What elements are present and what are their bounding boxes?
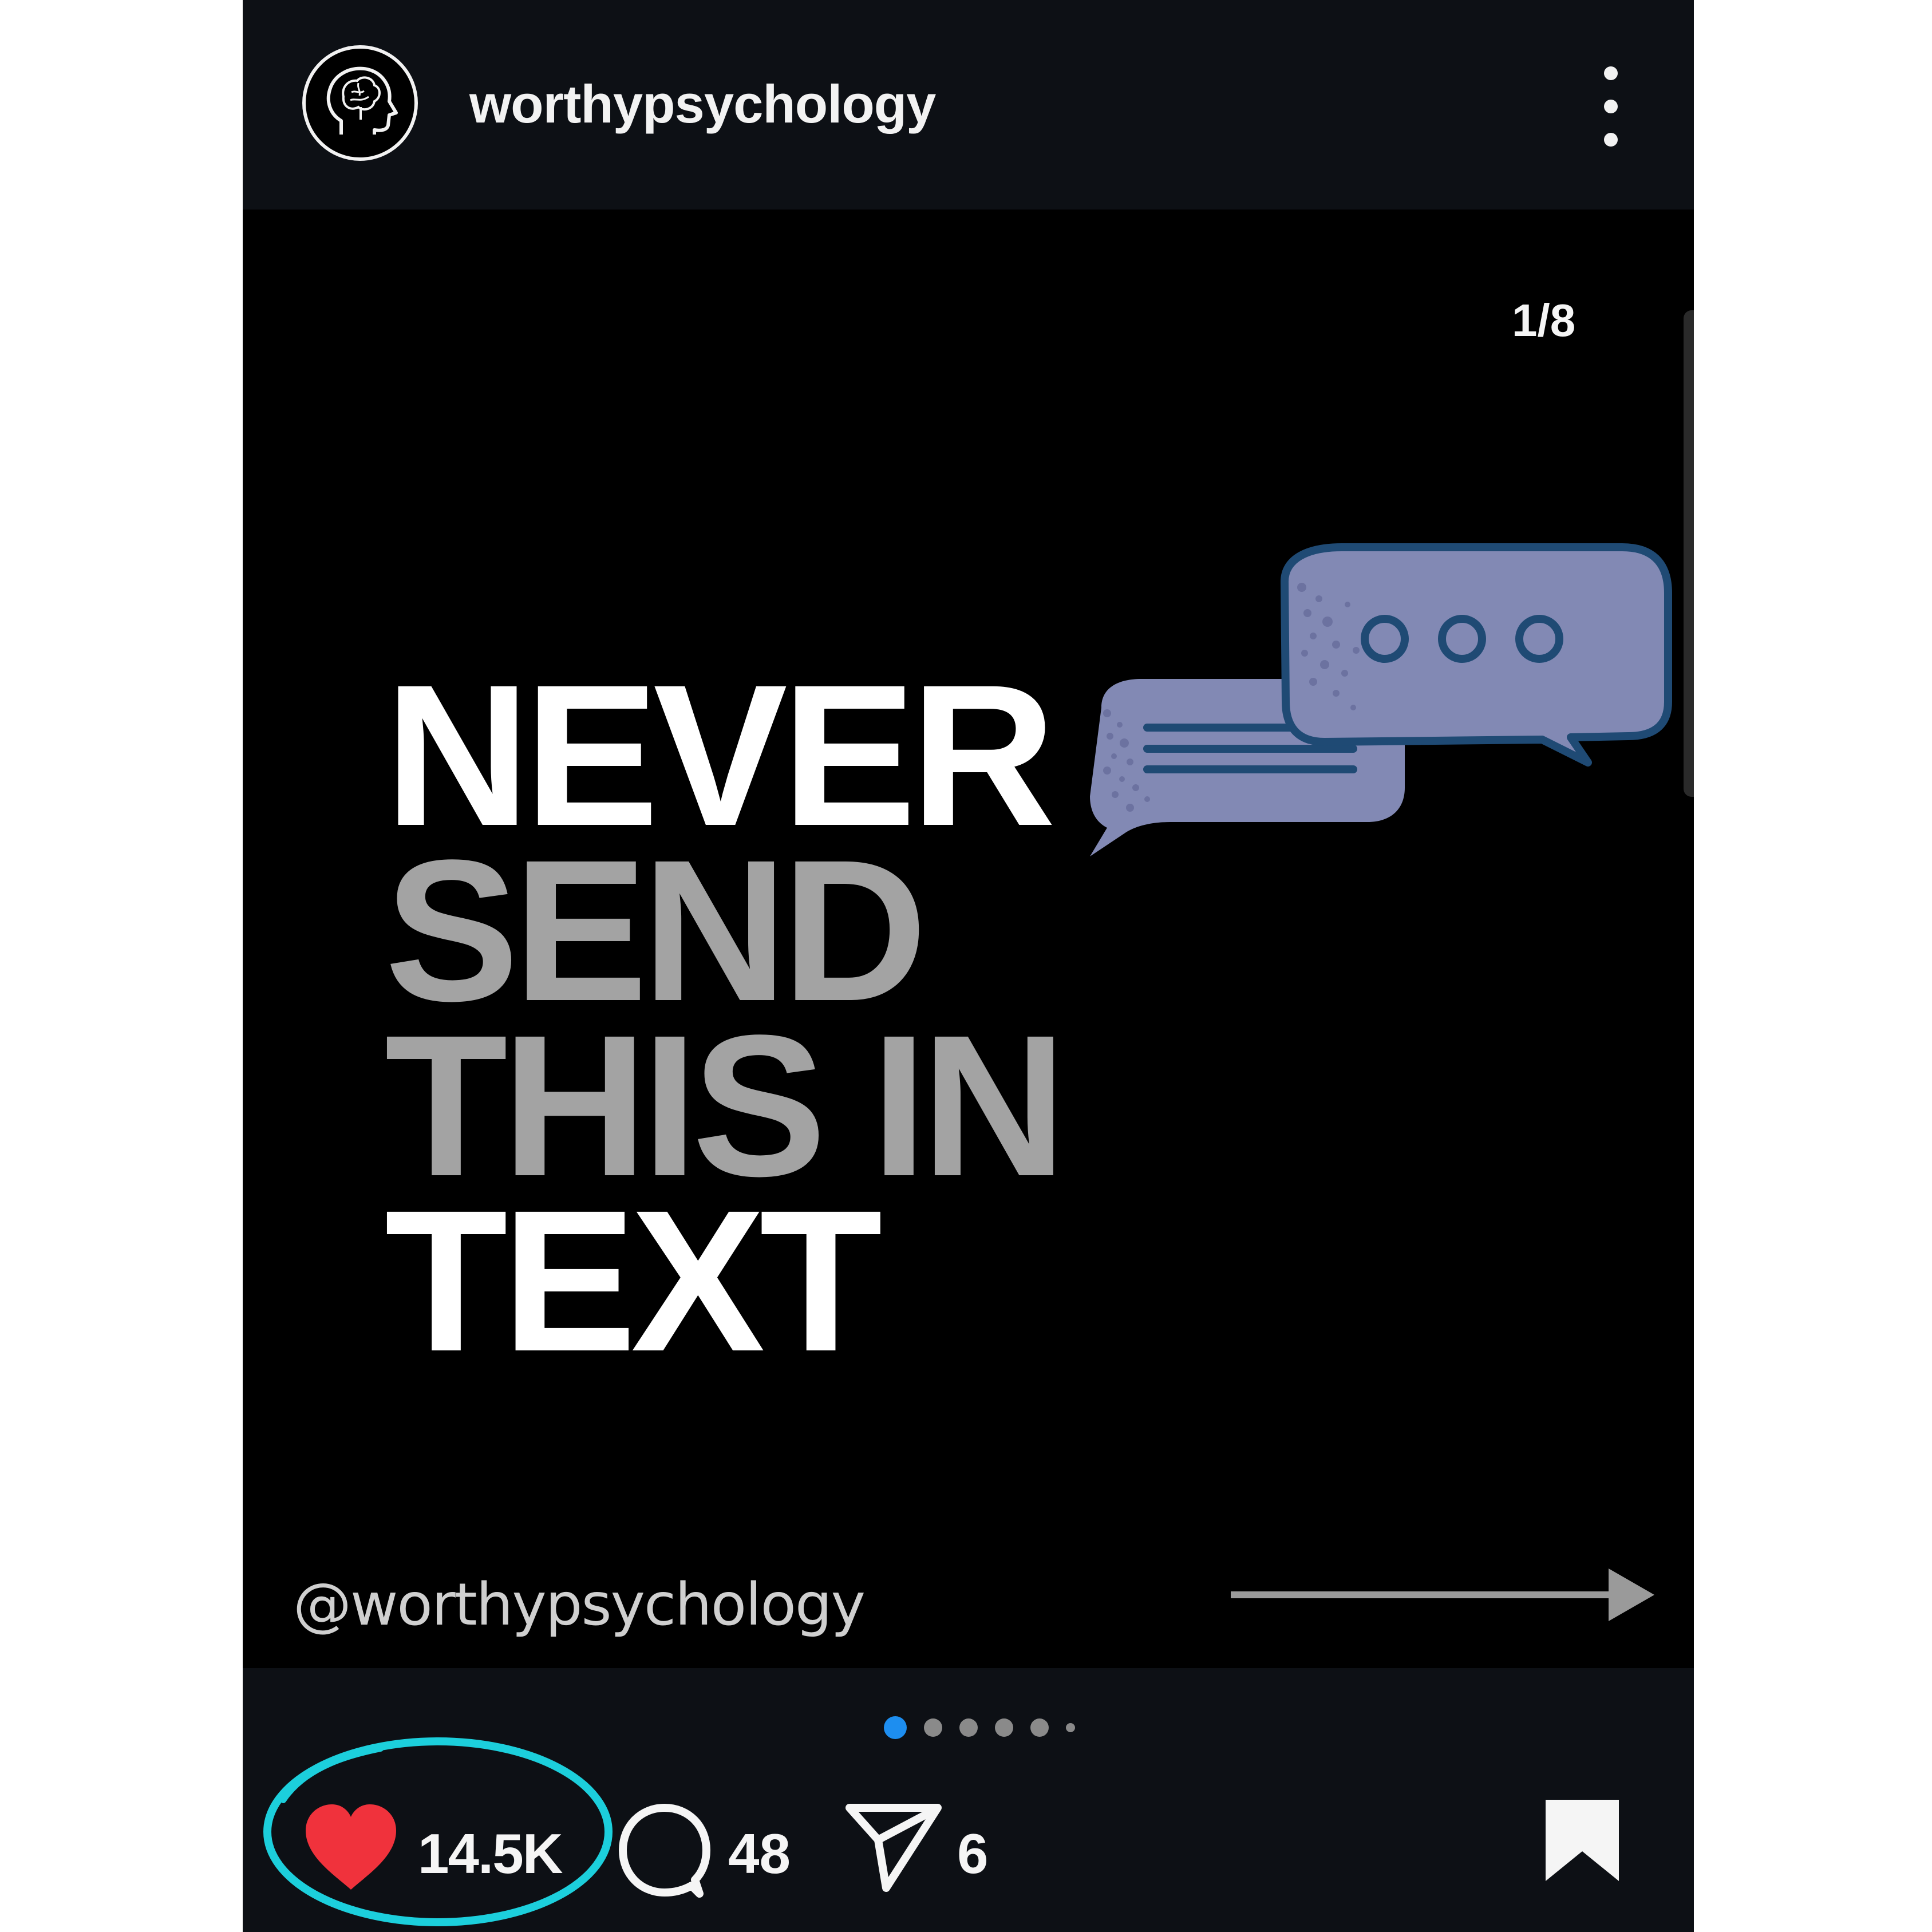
like-count[interactable]: 14.5K — [418, 1822, 563, 1886]
send-icon[interactable] — [845, 1802, 942, 1894]
chat-bubbles-icon — [1090, 543, 1672, 856]
avatar[interactable] — [302, 45, 418, 161]
carousel-dot — [1066, 1723, 1075, 1732]
arrow-right-icon — [1231, 1568, 1654, 1621]
carousel-dot-active — [884, 1716, 907, 1739]
headline-line-3: THIS IN — [385, 993, 1067, 1218]
carousel-dot — [1030, 1718, 1049, 1737]
scroll-indicator — [1684, 310, 1694, 797]
headline: NEVER SEND THIS IN TEXT — [385, 642, 1067, 1393]
carousel-dots — [884, 1716, 1075, 1739]
username[interactable]: worthypsychology — [469, 73, 936, 135]
headline-line-4: TEXT — [385, 1168, 883, 1393]
instagram-post: worthypsychology 1/8 NEVER SEND THIS IN … — [243, 0, 1694, 1932]
more-dot — [1604, 66, 1618, 80]
more-dot — [1604, 100, 1618, 113]
comment-count[interactable]: 48 — [728, 1822, 791, 1886]
head-brain-icon — [326, 66, 398, 135]
carousel-dot — [995, 1718, 1013, 1737]
more-vertical-icon[interactable] — [1594, 66, 1628, 147]
share-count[interactable]: 6 — [957, 1822, 989, 1886]
post-header: worthypsychology — [243, 0, 1694, 210]
post-media[interactable]: 1/8 NEVER SEND THIS IN TEXT @worthypsych… — [243, 210, 1694, 1668]
slide-counter: 1/8 — [1512, 295, 1576, 346]
bookmark-icon[interactable] — [1542, 1797, 1622, 1883]
comment-icon[interactable] — [616, 1801, 713, 1898]
heart-icon[interactable] — [302, 1801, 400, 1893]
more-dot — [1604, 133, 1618, 147]
action-bar: 14.5K 48 6 — [243, 1775, 1694, 1932]
watermark-handle: @worthypsychology — [293, 1571, 866, 1639]
headline-line-1: NEVER — [385, 642, 1056, 868]
carousel-dot — [924, 1718, 942, 1737]
carousel-dot — [959, 1718, 978, 1737]
headline-line-2: SEND — [385, 817, 927, 1043]
